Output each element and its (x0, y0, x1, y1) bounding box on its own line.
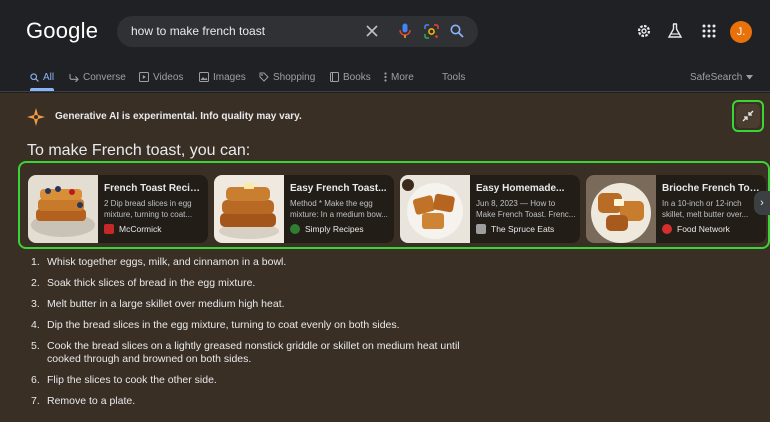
tab-converse[interactable]: Converse (69, 67, 126, 87)
account-avatar[interactable]: J. (730, 21, 752, 43)
tab-images[interactable]: Images (199, 67, 246, 87)
card-title: Easy Homemade... (476, 183, 565, 194)
list-item: 2. Soak thick slices of bread in the egg … (31, 277, 256, 289)
tab-videos[interactable]: Videos (139, 67, 183, 87)
tab-label: Converse (83, 71, 126, 83)
active-tab-indicator (30, 88, 54, 91)
card-source: Food Network (662, 224, 730, 234)
tab-shopping[interactable]: Shopping (259, 67, 315, 87)
header-bar: Google how to make french toast J. (0, 0, 770, 62)
card-snippet: 2 Dip bread slices in egg mixture, turnin… (104, 199, 193, 219)
safesearch-menu[interactable]: SafeSearch (690, 67, 754, 87)
converse-icon (69, 73, 79, 82)
collapse-arrows-icon (736, 104, 760, 128)
book-icon (330, 72, 339, 82)
source-cards-carousel: French Toast Recipe:... 2 Dip bread slic… (18, 161, 770, 249)
search-tabs: All Converse Videos Images Shopping Book… (0, 62, 770, 92)
spruce-eats-favicon-icon (476, 224, 486, 234)
sparkle-icon (27, 108, 45, 126)
search-box[interactable]: how to make french toast (117, 16, 478, 47)
search-input[interactable]: how to make french toast (131, 24, 265, 38)
card-title: Brioche French Toast... (662, 183, 762, 194)
source-card[interactable]: Easy French Toast... Method * Make the e… (214, 175, 394, 243)
apps-grid-icon[interactable] (700, 22, 718, 40)
ai-disclaimer: Generative AI is experimental. Info qual… (55, 111, 302, 122)
french-toast-thumbnail (586, 175, 656, 243)
collapse-button[interactable] (732, 100, 764, 132)
tab-all[interactable]: All (30, 67, 54, 87)
list-item: 6. Flip the slices to cook the other side… (31, 374, 217, 386)
tab-label: Tools (442, 71, 466, 83)
mccormick-favicon-icon (104, 224, 114, 234)
french-toast-thumbnail (400, 175, 470, 243)
ai-overview-panel: Generative AI is experimental. Info qual… (0, 93, 770, 422)
source-card[interactable]: Brioche French Toast... In a 10-inch or … (586, 175, 766, 243)
more-vertical-icon (384, 72, 387, 82)
clear-icon[interactable] (363, 22, 381, 40)
tag-icon (259, 72, 269, 82)
card-snippet: Method * Make the egg mixture: In a mediu… (290, 199, 388, 219)
google-logo[interactable]: Google (26, 18, 98, 44)
list-item: 5. Cook the bread slices on a lightly gre… (31, 340, 460, 365)
tab-label: More (391, 71, 414, 83)
lens-icon[interactable] (422, 22, 440, 40)
tab-more[interactable]: More (384, 67, 414, 87)
tab-books[interactable]: Books (330, 67, 371, 87)
search-icon[interactable] (448, 22, 466, 40)
caret-down-icon (746, 74, 754, 79)
list-item: 1. Whisk together eggs, milk, and cinnamo… (31, 256, 287, 268)
source-card[interactable]: Easy Homemade... Jun 8, 2023 — How to Mak… (400, 175, 580, 243)
tab-label: Videos (153, 71, 184, 83)
tab-label: Shopping (273, 71, 316, 83)
search-icon (30, 72, 39, 82)
list-item: 4. Dip the bread slices in the egg mixtur… (31, 319, 400, 331)
tab-label: Images (213, 71, 246, 83)
card-source: Simply Recipes (290, 224, 364, 234)
source-card[interactable]: French Toast Recipe:... 2 Dip bread slic… (28, 175, 208, 243)
french-toast-thumbnail (28, 175, 98, 243)
card-source: The Spruce Eats (476, 224, 554, 234)
card-snippet: In a 10-inch or 12-inch skillet, melt but… (662, 199, 749, 219)
list-item: 7. Remove to a plate. (31, 395, 136, 407)
simply-recipes-favicon-icon (290, 224, 300, 234)
card-source: McCormick (104, 224, 162, 234)
tab-label: All (43, 71, 55, 83)
microphone-icon[interactable] (396, 22, 414, 40)
steps-list: 1. Whisk together eggs, milk, and cinnamo… (31, 256, 471, 416)
food-network-favicon-icon (662, 224, 672, 234)
french-toast-thumbnail (214, 175, 284, 243)
card-snippet: Jun 8, 2023 — How to Make French Toast. F… (476, 199, 576, 219)
card-title: French Toast Recipe:... (104, 183, 204, 194)
video-icon (139, 72, 149, 82)
safesearch-label: SafeSearch (690, 71, 743, 83)
carousel-next-chevron-icon[interactable]: › (754, 191, 770, 215)
settings-gear-icon[interactable] (635, 22, 653, 40)
card-title: Easy French Toast... (290, 183, 387, 194)
list-item: 3. Melt butter in a large skillet over me… (31, 298, 285, 310)
image-icon (199, 72, 209, 82)
labs-flask-icon[interactable] (666, 22, 684, 40)
tab-tools[interactable]: Tools (442, 67, 465, 87)
tab-label: Books (343, 71, 371, 83)
ai-heading: To make French toast, you can: (27, 142, 251, 159)
